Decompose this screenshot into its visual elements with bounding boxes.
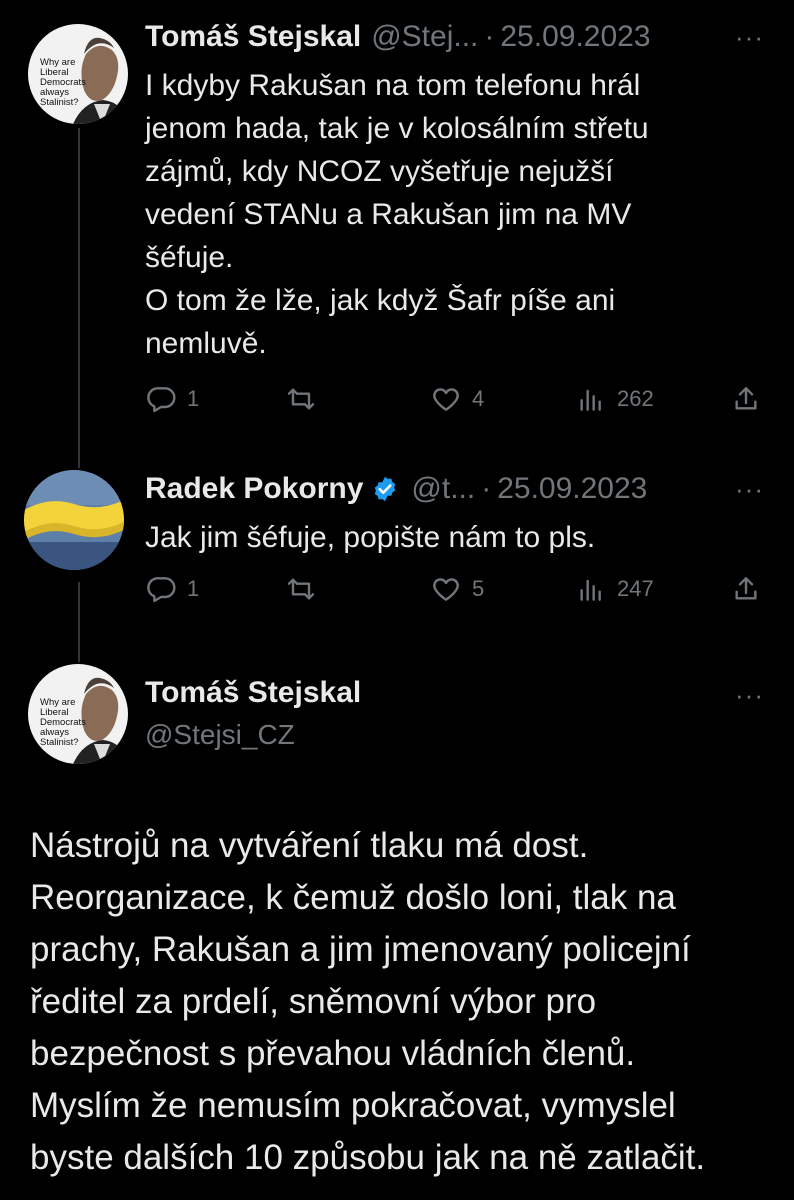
avatar-image bbox=[24, 470, 124, 570]
like-count: 5 bbox=[472, 576, 485, 601]
separator: · bbox=[484, 20, 495, 53]
thread-line bbox=[78, 128, 80, 468]
author-name[interactable]: Tomáš Stejskal bbox=[145, 676, 361, 710]
like-button[interactable]: 4 bbox=[430, 383, 484, 415]
text-line: Reorganizace, k čemuž došlo loni, tlak n… bbox=[30, 878, 676, 917]
retweet-button[interactable] bbox=[285, 573, 317, 605]
author-name[interactable]: Tomáš Stejskal bbox=[145, 20, 361, 54]
avatar-caption: Why are Liberal Democrats always Stalini… bbox=[40, 57, 86, 108]
reply-count: 1 bbox=[187, 576, 200, 601]
avatar-caption: Why are Liberal Democrats always Stalini… bbox=[40, 697, 86, 748]
text-line: O tom že lže, jak když Šafr píše ani bbox=[145, 284, 616, 317]
more-options-icon[interactable]: ··· bbox=[735, 680, 764, 711]
avatar[interactable]: Why are Liberal Democrats always Stalini… bbox=[28, 24, 128, 124]
tweet-date[interactable]: 25.09.2023 bbox=[500, 20, 650, 54]
more-options-icon[interactable]: ··· bbox=[735, 22, 764, 53]
author-handle[interactable]: @Stejsi_CZ bbox=[145, 719, 295, 751]
text-line: zájmů, kdy NCOZ vyšetřuje nejužší bbox=[145, 155, 614, 188]
avatar[interactable] bbox=[24, 470, 124, 570]
text-line: prachy, Rakušan a jim jmenovaný policejn… bbox=[30, 930, 691, 969]
reply-icon bbox=[147, 387, 176, 413]
tweet-header: Radek Pokorny @t... · 25.09.2023 bbox=[145, 472, 647, 506]
text-line: Nástrojů na vytváření tlaku má dost. bbox=[30, 826, 589, 865]
tweet-header: Tomáš Stejskal @Stej... · 25.09.2023 bbox=[145, 20, 651, 54]
text-line: Jak jim šéfuje, popište nám to pls. bbox=[145, 521, 596, 554]
views-button[interactable]: 247 bbox=[575, 573, 654, 605]
retweet-button[interactable] bbox=[285, 383, 317, 415]
text-line: šéfuje. bbox=[145, 241, 234, 274]
like-count: 4 bbox=[472, 386, 485, 411]
text-line: I kdyby Rakušan na tom telefonu hrál bbox=[145, 69, 641, 102]
separator: · bbox=[481, 472, 492, 505]
text-line: ředitel za prdelí, sněmovní výbor pro bbox=[30, 982, 597, 1021]
retweet-icon bbox=[287, 388, 315, 410]
tweet-text: I kdyby Rakušan na tom telefonu hrál jen… bbox=[145, 64, 745, 365]
share-button[interactable] bbox=[730, 573, 762, 605]
author-handle[interactable]: @t... bbox=[411, 472, 475, 506]
tweet-text: Nástrojů na vytváření tlaku má dost. Reo… bbox=[30, 820, 770, 1184]
retweet-icon bbox=[287, 578, 315, 600]
text-line: vedení STANu a Rakušan jim na MV bbox=[145, 198, 632, 231]
thread-line bbox=[78, 582, 80, 662]
more-options-icon[interactable]: ··· bbox=[735, 474, 764, 505]
like-button[interactable]: 5 bbox=[430, 573, 484, 605]
like-icon bbox=[433, 578, 459, 601]
like-icon bbox=[433, 388, 459, 411]
views-count: 247 bbox=[617, 576, 654, 601]
avatar[interactable]: Why are Liberal Democrats always Stalini… bbox=[28, 664, 128, 764]
views-count: 262 bbox=[617, 386, 654, 411]
views-icon bbox=[580, 389, 601, 411]
reply-button[interactable]: 1 bbox=[145, 573, 199, 605]
author-name[interactable]: Radek Pokorny bbox=[145, 472, 363, 506]
tweet-date[interactable]: 25.09.2023 bbox=[497, 472, 647, 506]
tweet-text: Jak jim šéfuje, popište nám to pls. bbox=[145, 516, 745, 559]
text-line: nemluvě. bbox=[145, 327, 267, 360]
views-icon bbox=[580, 579, 601, 601]
share-icon bbox=[735, 577, 757, 600]
text-line: bezpečnost s převahou vládních členů. bbox=[30, 1034, 636, 1073]
reply-button[interactable]: 1 bbox=[145, 383, 199, 415]
share-button[interactable] bbox=[730, 383, 762, 415]
text-line: Myslím že nemusím pokračovat, vymyslel bbox=[30, 1086, 676, 1125]
tweet-actions: 1 5 247 bbox=[145, 573, 765, 613]
reply-icon bbox=[147, 577, 176, 603]
share-icon bbox=[735, 387, 757, 410]
text-line: byste dalších 10 způsobu jak na ně zatla… bbox=[30, 1138, 706, 1177]
views-button[interactable]: 262 bbox=[575, 383, 654, 415]
tweet-actions: 1 4 262 bbox=[145, 383, 765, 423]
text-line: jenom hada, tak je v kolosálním střetu bbox=[145, 112, 649, 145]
verified-badge-icon bbox=[375, 476, 396, 502]
author-handle[interactable]: @Stej... bbox=[371, 20, 478, 54]
reply-count: 1 bbox=[187, 386, 200, 411]
